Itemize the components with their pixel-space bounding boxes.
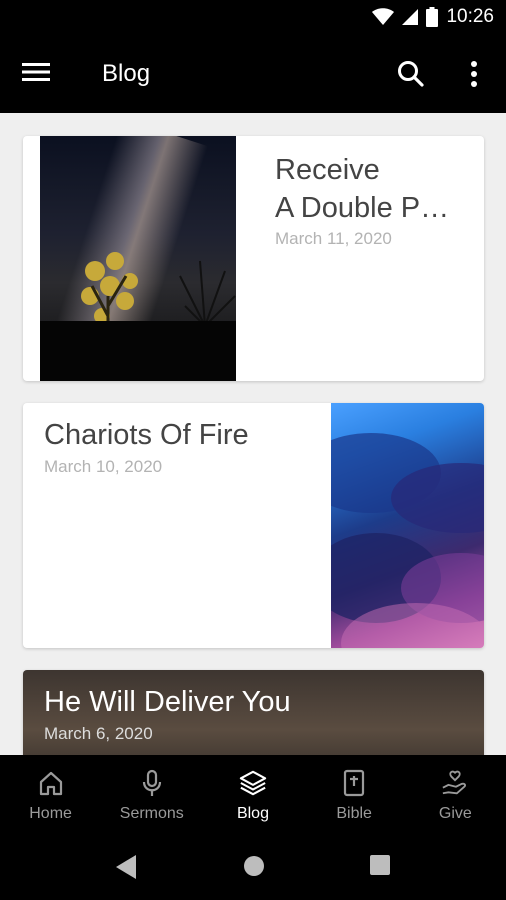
bible-icon	[340, 769, 368, 797]
post-thumbnail-clouds	[331, 403, 484, 648]
bottom-navigation: Home Sermons Blog Bible Give	[0, 755, 506, 833]
post-card[interactable]: Chariots Of Fire March 10, 2020	[23, 403, 484, 648]
status-bar: 10:26	[0, 0, 506, 36]
system-navigation-bar	[0, 833, 506, 900]
post-title: He Will Deliver You	[44, 686, 291, 718]
post-title-line2: A Double P…	[275, 191, 450, 224]
nav-label: Bible	[336, 805, 372, 822]
post-text: Chariots Of Fire March 10, 2020	[44, 417, 324, 477]
back-icon	[116, 855, 136, 879]
status-icons: 10:26	[372, 6, 494, 28]
post-date: March 6, 2020	[44, 723, 153, 743]
back-button[interactable]	[116, 855, 136, 884]
more-vert-icon	[471, 61, 477, 87]
nav-label: Give	[438, 805, 472, 822]
page-title: Blog	[102, 60, 151, 87]
home-icon	[37, 769, 65, 797]
joshua-tree-image	[40, 252, 236, 381]
recents-square-icon	[370, 855, 390, 875]
nav-home[interactable]: Home	[0, 755, 101, 833]
post-title: Chariots Of Fire	[44, 419, 249, 451]
signal-icon	[402, 9, 419, 25]
post-date: March 10, 2020	[44, 456, 163, 476]
post-card[interactable]: Receive A Double P… March 11, 2020	[23, 136, 484, 381]
recents-button[interactable]	[370, 855, 390, 880]
nav-sermons[interactable]: Sermons	[101, 755, 202, 833]
status-time: 10:26	[446, 6, 494, 27]
menu-button[interactable]	[22, 60, 54, 88]
menu-icon	[22, 63, 50, 81]
nav-label: Home	[29, 805, 72, 822]
post-text: Receive A Double P… March 11, 2020	[275, 152, 465, 249]
post-text: He Will Deliver You March 6, 2020	[44, 684, 291, 744]
app-bar: Blog	[0, 36, 506, 113]
search-button[interactable]	[396, 59, 428, 91]
nav-give[interactable]: Give	[405, 755, 506, 833]
home-circle-icon	[244, 856, 264, 876]
post-thumbnail-night-sky	[40, 136, 236, 381]
post-date: March 11, 2020	[275, 229, 392, 249]
microphone-icon	[138, 769, 166, 797]
nav-label: Blog	[236, 805, 269, 822]
post-card[interactable]: He Will Deliver You March 6, 2020	[23, 670, 484, 755]
blog-feed[interactable]: Receive A Double P… March 11, 2020 Chari…	[0, 113, 506, 755]
battery-icon	[426, 7, 439, 27]
give-icon	[441, 769, 469, 797]
home-system-button[interactable]	[243, 855, 265, 882]
more-options-button[interactable]	[462, 59, 486, 91]
post-title-line1: Receive	[275, 154, 380, 186]
post-title: Receive A Double P…	[275, 152, 465, 227]
nav-blog[interactable]: Blog	[202, 755, 303, 833]
nav-bible[interactable]: Bible	[304, 755, 405, 833]
layers-icon	[239, 769, 267, 797]
search-icon	[398, 61, 424, 87]
wifi-icon	[372, 8, 395, 25]
nav-label: Sermons	[119, 805, 184, 822]
